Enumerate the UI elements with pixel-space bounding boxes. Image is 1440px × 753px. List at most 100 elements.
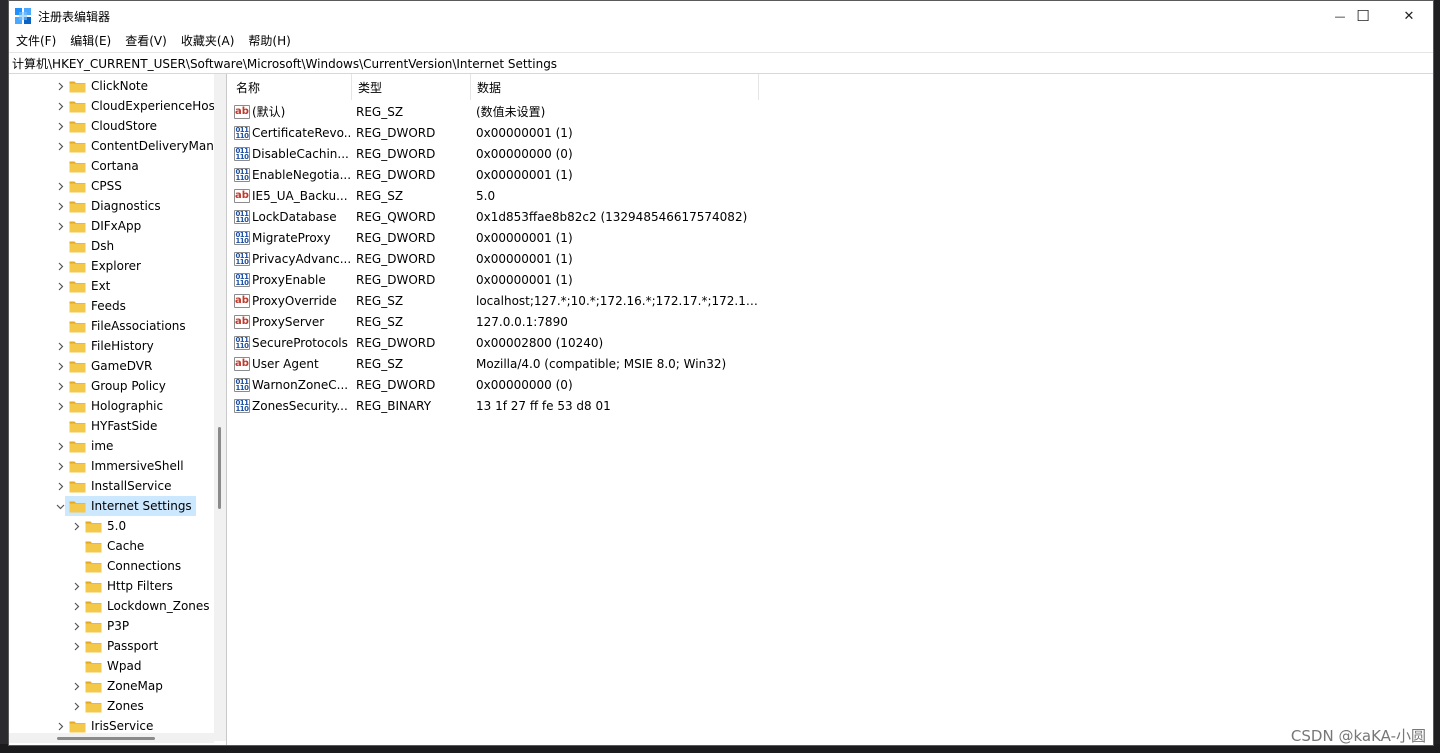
tree-item[interactable]: Http Filters (71, 576, 177, 596)
value-row[interactable]: 011 110 EnableNegotia... REG_DWORD 0x0000000… (230, 164, 770, 185)
tree-vertical-scrollbar[interactable] (214, 74, 226, 741)
tree-horizontal-scroll-thumb[interactable] (57, 737, 155, 740)
value-row[interactable]: ab User Agent REG_SZ Mozilla/4.0 (compatibl… (230, 353, 770, 374)
menu-help[interactable]: 帮助(H) (241, 31, 297, 52)
tree-item-content[interactable]: ClickNote (65, 76, 152, 96)
tree-item-content[interactable]: Zones (81, 696, 148, 716)
title-bar[interactable]: 注册表编辑器 — ☐ ✕ (9, 1, 1433, 31)
tree-item-content[interactable]: Group Policy (65, 376, 170, 396)
tree-item-content[interactable]: ime (65, 436, 117, 456)
chevron-right-icon[interactable] (71, 616, 81, 636)
chevron-right-icon[interactable] (55, 96, 65, 116)
tree-item[interactable]: Connections (71, 556, 185, 576)
column-header-type[interactable]: 类型 (352, 74, 471, 100)
menu-edit[interactable]: 编辑(E) (63, 31, 118, 52)
value-row[interactable]: 011 110 WarnonZoneC... REG_DWORD 0x00000000 … (230, 374, 770, 395)
tree-item-content[interactable]: Ext (65, 276, 114, 296)
tree-item-content[interactable]: Connections (81, 556, 185, 576)
value-row[interactable]: 011 110 PrivacyAdvanc... REG_DWORD 0x0000000… (230, 248, 770, 269)
tree-item-content[interactable]: Http Filters (81, 576, 177, 596)
chevron-right-icon[interactable] (55, 476, 65, 496)
tree-item-content[interactable]: ImmersiveShell (65, 456, 188, 476)
tree-item[interactable]: Lockdown_Zones (71, 596, 214, 616)
tree-vertical-scroll-thumb[interactable] (218, 427, 221, 509)
value-row[interactable]: ab IE5_UA_Backu... REG_SZ 5.0 (230, 185, 770, 206)
value-row[interactable]: 011 110 LockDatabase REG_QWORD 0x1d853ffae8b… (230, 206, 770, 227)
chevron-right-icon[interactable] (55, 76, 65, 96)
chevron-right-icon[interactable] (55, 336, 65, 356)
tree-item-content[interactable]: Lockdown_Zones (81, 596, 214, 616)
value-row[interactable]: 011 110 DisableCachin... REG_DWORD 0x0000000… (230, 143, 770, 164)
tree-item[interactable]: Ext (55, 276, 114, 296)
maximize-button[interactable]: ☐ (1340, 1, 1386, 31)
menu-file[interactable]: 文件(F) (9, 31, 63, 52)
tree-item[interactable]: CPSS (55, 176, 126, 196)
tree-item-content[interactable]: DIFxApp (65, 216, 145, 236)
tree-item-content[interactable]: HYFastSide (65, 416, 161, 436)
tree-item[interactable]: FileAssociations (55, 316, 190, 336)
menu-view[interactable]: 查看(V) (118, 31, 174, 52)
tree-item-content[interactable]: FileAssociations (65, 316, 190, 336)
tree-item-content[interactable]: Wpad (81, 656, 145, 676)
tree-item[interactable]: Wpad (71, 656, 145, 676)
chevron-right-icon[interactable] (71, 576, 81, 596)
tree-item[interactable]: Feeds (55, 296, 130, 316)
tree-item[interactable]: ClickNote (55, 76, 152, 96)
tree-item-content[interactable]: GameDVR (65, 356, 156, 376)
chevron-right-icon[interactable] (71, 596, 81, 616)
tree-item-content[interactable]: Diagnostics (65, 196, 165, 216)
tree-item-content[interactable]: CPSS (65, 176, 126, 196)
close-button[interactable]: ✕ (1386, 1, 1432, 31)
column-header-data[interactable]: 数据 (471, 74, 759, 100)
chevron-right-icon[interactable] (55, 436, 65, 456)
value-row[interactable]: 011 110 MigrateProxy REG_DWORD 0x00000001 (1… (230, 227, 770, 248)
tree-item[interactable]: ime (55, 436, 117, 456)
tree-item[interactable]: InstallService (55, 476, 175, 496)
tree-item-content[interactable]: CloudStore (65, 116, 161, 136)
tree-item-content[interactable]: P3P (81, 616, 133, 636)
chevron-right-icon[interactable] (71, 676, 81, 696)
tree-item[interactable]: Cortana (55, 156, 143, 176)
value-row[interactable]: 011 110 ZonesSecurity... REG_BINARY 13 1f 27… (230, 395, 770, 416)
tree-item[interactable]: Passport (71, 636, 162, 656)
tree-item-content[interactable]: ContentDeliveryManager (65, 136, 214, 156)
tree-item-content[interactable]: Internet Settings (65, 496, 196, 516)
chevron-right-icon[interactable] (71, 516, 81, 536)
tree-item[interactable]: Explorer (55, 256, 145, 276)
chevron-right-icon[interactable] (55, 216, 65, 236)
chevron-right-icon[interactable] (55, 176, 65, 196)
chevron-right-icon[interactable] (55, 396, 65, 416)
chevron-right-icon[interactable] (55, 456, 65, 476)
tree-item[interactable]: Diagnostics (55, 196, 165, 216)
value-row[interactable]: 011 110 SecureProtocols REG_DWORD 0x00002800… (230, 332, 770, 353)
chevron-right-icon[interactable] (55, 196, 65, 216)
tree-item[interactable]: ZoneMap (71, 676, 167, 696)
tree-item[interactable]: Dsh (55, 236, 118, 256)
chevron-right-icon[interactable] (55, 116, 65, 136)
chevron-right-icon[interactable] (55, 136, 65, 156)
value-row[interactable]: ab (默认) REG_SZ (数值未设置) (230, 101, 770, 122)
tree-item-content[interactable]: CloudExperienceHost (65, 96, 214, 116)
tree-item[interactable]: HYFastSide (55, 416, 161, 436)
tree-item[interactable]: P3P (71, 616, 133, 636)
tree-item[interactable]: Zones (71, 696, 148, 716)
tree-item[interactable]: 5.0 (71, 516, 130, 536)
tree-item[interactable]: GameDVR (55, 356, 156, 376)
tree-item-content[interactable]: Dsh (65, 236, 118, 256)
tree-item-content[interactable]: Passport (81, 636, 162, 656)
tree-item[interactable]: DIFxApp (55, 216, 145, 236)
value-row[interactable]: ab ProxyServer REG_SZ 127.0.0.1:7890 (230, 311, 770, 332)
value-row[interactable]: 011 110 CertificateRevo... REG_DWORD 0x00000… (230, 122, 770, 143)
tree-item[interactable]: Holographic (55, 396, 167, 416)
tree-item[interactable]: Group Policy (55, 376, 170, 396)
chevron-down-icon[interactable] (55, 496, 65, 516)
tree-item-content[interactable]: Cortana (65, 156, 143, 176)
chevron-right-icon[interactable] (55, 276, 65, 296)
address-path[interactable]: 计算机\HKEY_CURRENT_USER\Software\Microsoft… (12, 55, 557, 72)
value-row[interactable]: 011 110 ProxyEnable REG_DWORD 0x00000001 (1) (230, 269, 770, 290)
value-row[interactable]: ab ProxyOverride REG_SZ localhost;127.*;10.… (230, 290, 770, 311)
tree-item-content[interactable]: Feeds (65, 296, 130, 316)
tree-item[interactable]: CloudStore (55, 116, 161, 136)
chevron-right-icon[interactable] (55, 356, 65, 376)
chevron-right-icon[interactable] (71, 696, 81, 716)
